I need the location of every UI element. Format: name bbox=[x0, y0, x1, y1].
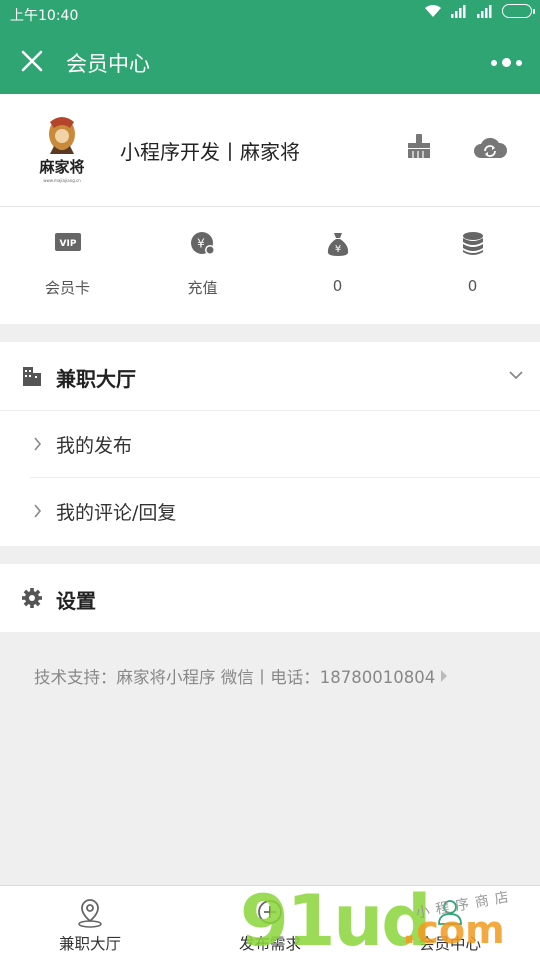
profile-card: 麻家将 www.majiajiang.cn 小程序开发丨麻家将 VIP 会员卡 … bbox=[0, 94, 540, 324]
stat-label: 充值 bbox=[187, 279, 218, 297]
user-icon bbox=[438, 900, 462, 925]
svg-text:¥: ¥ bbox=[197, 237, 205, 251]
close-icon[interactable] bbox=[18, 47, 46, 75]
settings-header[interactable]: 设置 bbox=[0, 564, 540, 632]
svg-text:麻家将: 麻家将 bbox=[38, 158, 84, 176]
more-menu-button[interactable] bbox=[491, 58, 522, 67]
chevron-down-icon[interactable] bbox=[508, 370, 524, 380]
bottom-tab-bar: 兼职大厅 发布需求 会员中心 bbox=[0, 885, 540, 960]
tab-label: 兼职大厅 bbox=[58, 935, 121, 953]
settings-section[interactable]: 设置 bbox=[0, 564, 540, 632]
tab-member-center[interactable]: 会员中心 bbox=[360, 886, 540, 960]
status-bar: 上午10:40 bbox=[0, 0, 540, 28]
menu-item-label: 我的发布 bbox=[56, 435, 133, 457]
tab-label: 会员中心 bbox=[418, 935, 481, 953]
stat-balance[interactable]: ¥ 0 bbox=[270, 207, 405, 324]
tech-support-text: 技术支持：麻家将小程序 微信丨电话：18780010804 bbox=[34, 668, 436, 687]
vip-card-icon: VIP bbox=[54, 233, 81, 251]
svg-text:¥: ¥ bbox=[334, 244, 340, 255]
wifi-icon bbox=[425, 4, 441, 17]
stat-recharge[interactable]: ¥ 充值 bbox=[135, 207, 270, 324]
location-pin-icon bbox=[78, 899, 102, 928]
chevron-right-icon bbox=[34, 504, 42, 518]
signal-icon bbox=[451, 5, 466, 18]
cloud-sync-icon[interactable] bbox=[472, 136, 508, 160]
caret-right-icon bbox=[441, 670, 448, 682]
menu-item-my-comments[interactable]: 我的评论/回复 bbox=[0, 478, 540, 544]
settings-title: 设置 bbox=[56, 589, 96, 613]
tab-post-request[interactable]: 发布需求 bbox=[180, 886, 360, 960]
status-icons bbox=[424, 4, 535, 18]
chevron-right-icon bbox=[34, 437, 42, 451]
stat-vip-card[interactable]: VIP 会员卡 bbox=[0, 207, 135, 324]
page-title: 会员中心 bbox=[66, 52, 150, 76]
stat-value: 0 bbox=[332, 277, 343, 295]
tab-part-time-hall[interactable]: 兼职大厅 bbox=[0, 886, 180, 960]
part-time-title: 兼职大厅 bbox=[56, 367, 136, 391]
status-time: 上午10:40 bbox=[10, 8, 79, 24]
svg-text:www.majiajiang.cn: www.majiajiang.cn bbox=[43, 178, 81, 183]
part-time-header[interactable]: 兼职大厅 bbox=[0, 342, 540, 410]
signal-icon-2 bbox=[477, 5, 492, 18]
add-circle-icon bbox=[258, 900, 282, 924]
money-bag-icon: ¥ bbox=[327, 233, 348, 256]
stat-label: 会员卡 bbox=[44, 279, 90, 297]
stat-points[interactable]: 0 bbox=[405, 207, 540, 324]
recharge-coin-icon: ¥ bbox=[190, 232, 215, 255]
tab-label: 发布需求 bbox=[238, 935, 301, 953]
building-icon bbox=[23, 367, 41, 386]
brand-logo: 麻家将 www.majiajiang.cn bbox=[38, 117, 85, 183]
menu-item-my-posts[interactable]: 我的发布 bbox=[0, 411, 540, 477]
tech-support-link[interactable]: 技术支持：麻家将小程序 微信丨电话：18780010804 bbox=[34, 664, 448, 688]
clear-cache-icon[interactable] bbox=[405, 132, 433, 160]
stats-row: VIP 会员卡 ¥ 充值 ¥ 0 0 bbox=[0, 207, 540, 324]
stat-value: 0 bbox=[467, 277, 478, 295]
profile-name: 小程序开发丨麻家将 bbox=[120, 140, 300, 164]
svg-text:VIP: VIP bbox=[59, 239, 76, 249]
nav-bar: 会员中心 bbox=[0, 28, 540, 94]
menu-item-label: 我的评论/回复 bbox=[56, 502, 177, 524]
gear-icon bbox=[22, 588, 42, 608]
battery-icon bbox=[502, 4, 535, 18]
part-time-section: 兼职大厅 我的发布 我的评论/回复 bbox=[0, 342, 540, 546]
coin-stack-icon bbox=[462, 232, 483, 255]
